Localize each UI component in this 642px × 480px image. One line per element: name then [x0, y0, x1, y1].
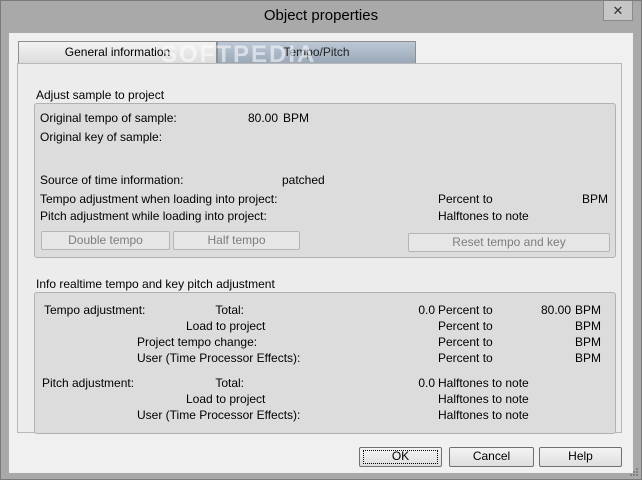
reset-tempo-key-button[interactable]: Reset tempo and key: [408, 233, 610, 252]
help-button[interactable]: Help: [539, 447, 622, 467]
original-key-label: Original key of sample:: [40, 130, 163, 144]
original-tempo-value: 80.00: [247, 111, 278, 125]
pitch-user-label: User (Time Processor Effects):: [137, 408, 301, 422]
tempo-adjustment-heading: Tempo adjustment:: [44, 303, 146, 317]
tempo-adjustment-bpm: BPM: [582, 192, 609, 206]
tempo-user-percent: Percent to: [438, 351, 493, 365]
resize-grip-icon[interactable]: [629, 467, 639, 477]
tempo-total-percent: Percent to: [438, 303, 493, 317]
tempo-total-label: Total:: [215, 303, 244, 317]
window-title: Object properties: [263, 7, 379, 24]
tempo-adjustment-label: Tempo adjustment when loading into proje…: [40, 192, 278, 206]
tempo-load-label: Load to project: [186, 319, 266, 333]
adjust-group: Original tempo of sample: 80.00 BPM Orig…: [34, 103, 616, 258]
cancel-button[interactable]: Cancel: [449, 447, 534, 467]
close-icon: ✕: [612, 2, 624, 18]
pitch-total-value: 0.0: [418, 376, 435, 390]
pitch-adjustment-heading: Pitch adjustment:: [42, 376, 135, 390]
adjust-group-title: Adjust sample to project: [36, 88, 165, 102]
tab-tempo-pitch[interactable]: Tempo/Pitch: [217, 41, 416, 63]
dialog-client-area: General information Tempo/Pitch Adjust s…: [9, 33, 633, 473]
tempo-project-change-label: Project tempo change:: [137, 335, 258, 349]
pitch-total-halftones: Halftones to note: [438, 376, 529, 390]
tempo-total-value: 0.0: [418, 303, 435, 317]
original-tempo-unit: BPM: [283, 111, 310, 125]
tempo-total-bpm: BPM: [575, 303, 602, 317]
source-label: Source of time information:: [40, 173, 184, 187]
double-tempo-button[interactable]: Double tempo: [41, 231, 170, 250]
tab-general-information[interactable]: General information: [18, 41, 217, 63]
half-tempo-button[interactable]: Half tempo: [173, 231, 300, 250]
tempo-pitch-panel: Adjust sample to project Original tempo …: [17, 63, 622, 434]
tempo-load-percent: Percent to: [438, 319, 493, 333]
info-group: Tempo adjustment: Total: 0.0 Percent to …: [34, 292, 616, 434]
tempo-total-bpm-value: 80.00: [540, 303, 571, 317]
source-value: patched: [282, 173, 325, 187]
pitch-load-halftones: Halftones to note: [438, 392, 529, 406]
tempo-project-change-bpm: BPM: [575, 335, 602, 349]
object-properties-dialog: Object properties ✕ General information …: [0, 0, 642, 480]
ok-button[interactable]: OK: [359, 447, 442, 467]
pitch-user-halftones: Halftones to note: [438, 408, 529, 422]
original-tempo-label: Original tempo of sample:: [40, 111, 177, 125]
pitch-adjustment-halftones: Halftones to note: [438, 209, 529, 223]
focus-ring: [363, 450, 438, 464]
pitch-total-label: Total:: [215, 376, 244, 390]
tempo-user-label: User (Time Processor Effects):: [137, 351, 301, 365]
pitch-load-label: Load to project: [186, 392, 266, 406]
close-button[interactable]: ✕: [603, 1, 633, 21]
tempo-user-bpm: BPM: [575, 351, 602, 365]
tempo-load-bpm: BPM: [575, 319, 602, 333]
title-bar[interactable]: Object properties ✕: [1, 1, 641, 33]
info-group-title: Info realtime tempo and key pitch adjust…: [36, 277, 275, 291]
tempo-project-change-percent: Percent to: [438, 335, 493, 349]
tempo-adjustment-percent: Percent to: [438, 192, 493, 206]
pitch-adjustment-label: Pitch adjustment while loading into proj…: [40, 209, 267, 223]
